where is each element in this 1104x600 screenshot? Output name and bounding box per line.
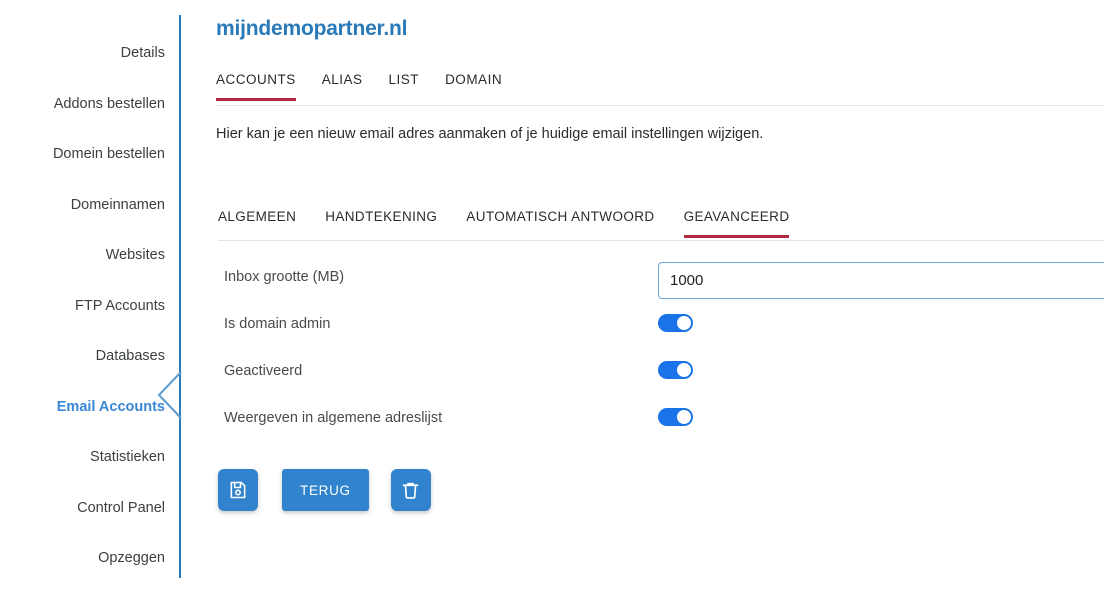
sidebar-item-label: Statistieken [90, 449, 165, 465]
trash-icon [400, 480, 421, 501]
sidebar-item-details[interactable]: Details [0, 28, 165, 79]
toggle-knob [677, 316, 691, 330]
tab-label: AUTOMATISCH ANTWOORD [466, 209, 655, 224]
tab-label: LIST [388, 72, 420, 87]
form-row-weergeven-adreslijst: Weergeven in algemene adreslijst [224, 403, 1104, 450]
sidebar-item-statistieken[interactable]: Statistieken [0, 432, 165, 483]
tab-geavanceerd[interactable]: GEAVANCEERD [683, 209, 790, 238]
form-row-inbox-size: Inbox grootte (MB) [224, 262, 1104, 309]
toggle-knob [677, 410, 691, 424]
sidebar-rail [179, 15, 181, 578]
weergeven-adreslijst-control [658, 408, 693, 426]
toggle-knob [677, 363, 691, 377]
sidebar-item-domeinnamen[interactable]: Domeinnamen [0, 180, 165, 231]
form-row-is-domain-admin: Is domain admin [224, 309, 1104, 356]
advanced-settings-form: Inbox grootte (MB) Is domain admin Geact… [224, 262, 1104, 450]
weergeven-adreslijst-toggle[interactable] [658, 408, 693, 426]
sidebar-item-domein-bestellen[interactable]: Domein bestellen [0, 129, 165, 180]
sidebar-item-addons-bestellen[interactable]: Addons bestellen [0, 79, 165, 130]
is-domain-admin-toggle[interactable] [658, 314, 693, 332]
tab-label: ACCOUNTS [216, 72, 296, 87]
save-button[interactable] [218, 469, 258, 511]
sidebar-item-label: Websites [105, 247, 165, 263]
sidebar-item-control-panel[interactable]: Control Panel [0, 483, 165, 534]
sidebar-item-label: Control Panel [77, 499, 165, 516]
tab-label: DOMAIN [445, 72, 503, 87]
primary-tabbar-divider [216, 105, 1104, 106]
is-domain-admin-label: Is domain admin [224, 316, 331, 332]
page-description: Hier kan je een nieuw email adres aanmak… [216, 126, 764, 142]
tab-list[interactable]: LIST [389, 72, 420, 98]
sidebar: Details Addons bestellen Domein bestelle… [0, 0, 182, 600]
tab-automatisch-antwoord[interactable]: AUTOMATISCH ANTWOORD [466, 209, 654, 235]
secondary-tabbar-divider [218, 240, 1104, 241]
page-root: Details Addons bestellen Domein bestelle… [0, 0, 1104, 600]
inbox-size-input[interactable] [658, 262, 1104, 299]
page-title: mijndemopartner.nl [216, 17, 408, 40]
tab-handtekening[interactable]: HANDTEKENING [325, 209, 437, 235]
geactiveerd-toggle[interactable] [658, 361, 693, 379]
sidebar-item-label: Databases [95, 348, 165, 364]
tab-label: ALGEMEEN [218, 209, 297, 224]
sidebar-item-opzeggen[interactable]: Opzeggen [0, 533, 165, 584]
sidebar-item-label: Addons bestellen [53, 95, 165, 112]
inbox-size-label: Inbox grootte (MB) [224, 269, 345, 285]
sidebar-item-databases[interactable]: Databases [0, 331, 165, 382]
sidebar-item-websites[interactable]: Websites [0, 230, 165, 281]
sidebar-item-label: Email Accounts [56, 398, 165, 415]
tab-alias[interactable]: ALIAS [322, 72, 363, 98]
sidebar-item-label: Domeinnamen [70, 196, 165, 213]
tab-domain[interactable]: DOMAIN [445, 72, 502, 98]
is-domain-admin-control [658, 314, 693, 332]
sidebar-item-email-accounts[interactable]: Email Accounts [0, 382, 165, 433]
geactiveerd-control [658, 361, 693, 379]
delete-button[interactable] [390, 469, 431, 511]
sidebar-item-label: Details [120, 45, 165, 61]
primary-tabbar: ACCOUNTS ALIAS LIST DOMAIN [216, 72, 1104, 106]
secondary-tabbar: ALGEMEEN HANDTEKENING AUTOMATISCH ANTWOO… [218, 209, 1104, 241]
tab-label: GEAVANCEERD [683, 209, 790, 224]
geactiveerd-label: Geactiveerd [224, 363, 303, 379]
inbox-size-control [658, 262, 1104, 299]
form-row-geactiveerd: Geactiveerd [224, 356, 1104, 403]
tab-label: ALIAS [321, 72, 363, 87]
tab-label: HANDTEKENING [325, 209, 438, 224]
tab-accounts[interactable]: ACCOUNTS [216, 72, 296, 101]
save-floppy-icon [228, 480, 248, 500]
sidebar-item-label: Opzeggen [98, 550, 165, 566]
sidebar-item-label: FTP Accounts [75, 297, 165, 314]
tab-algemeen[interactable]: ALGEMEEN [218, 209, 296, 235]
weergeven-adreslijst-label: Weergeven in algemene adreslijst [224, 410, 443, 426]
form-actions: TERUG [218, 469, 431, 511]
sidebar-item-label: Domein bestellen [52, 146, 165, 162]
back-button[interactable]: TERUG [282, 469, 369, 511]
sidebar-item-list: Details Addons bestellen Domein bestelle… [0, 0, 165, 584]
sidebar-item-ftp-accounts[interactable]: FTP Accounts [0, 281, 165, 332]
back-button-label: TERUG [300, 482, 351, 498]
